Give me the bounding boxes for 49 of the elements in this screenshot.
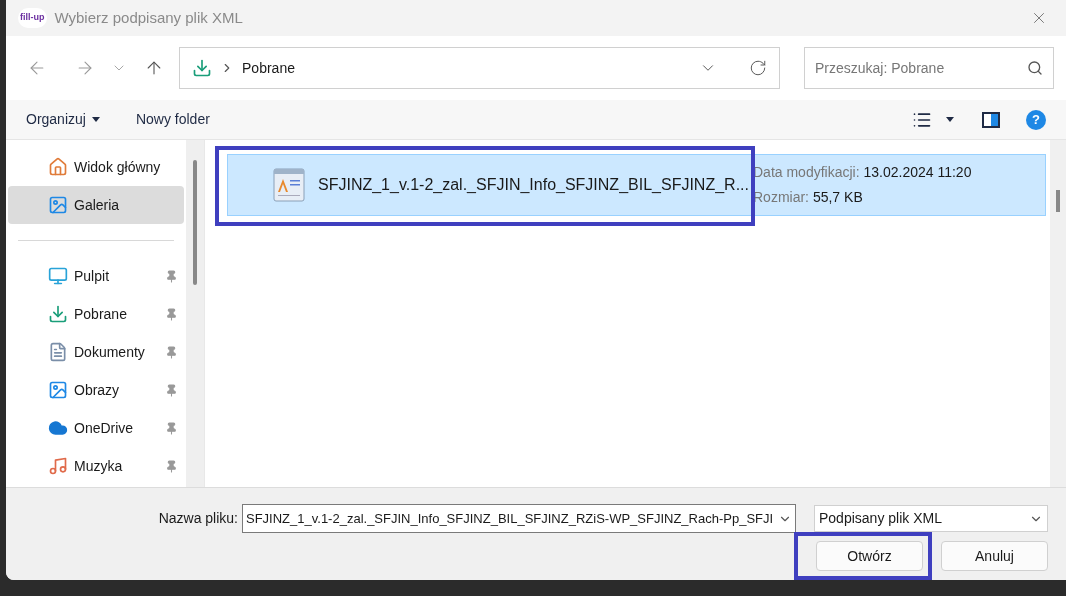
dropdown-arrow-icon[interactable]	[946, 117, 954, 122]
download-icon	[192, 58, 213, 78]
cloud-icon	[48, 418, 68, 438]
sidebar-label: Widok główny	[74, 157, 162, 177]
sidebar-label: Pulpit	[74, 266, 111, 286]
filename-label: Nazwa pliku:	[158, 509, 238, 528]
search-icon	[1027, 60, 1043, 76]
sidebar-label: Muzyka	[74, 456, 124, 476]
sidebar-label: Obrazy	[74, 380, 121, 400]
window-title: Wybierz podpisany plik XML	[54, 7, 244, 28]
document-icon	[48, 342, 68, 362]
home-icon	[48, 157, 68, 177]
document-icon	[272, 167, 306, 203]
search-input[interactable]: Przeszukaj: Pobrane	[815, 57, 1027, 79]
sidebar-item[interactable]: OneDrive	[8, 409, 184, 447]
download-icon	[48, 304, 68, 324]
address-bar[interactable]: Pobrane	[179, 47, 780, 89]
organize-button[interactable]: Organizuj	[26, 109, 100, 130]
filename-field[interactable]: SFJINZ_1_v.1-2_zal._SFJIN_Info_SFJINZ_BIL_SFJINZ_RZiS-WP_SFJINZ_Rach-Pp_SFJI	[242, 504, 796, 533]
sidebar-item[interactable]: Widok główny	[8, 148, 184, 186]
sidebar-item[interactable]: Galeria	[8, 186, 184, 224]
address-segment[interactable]: Pobrane	[242, 57, 691, 79]
preview-pane-icon[interactable]	[982, 111, 1000, 128]
sidebar-label: Dokumenty	[74, 342, 146, 362]
app-logo: fill-up	[18, 8, 47, 28]
sidebar-item[interactable]: Dokumenty	[8, 333, 184, 371]
sidebar-label: OneDrive	[74, 418, 135, 438]
new-folder-button[interactable]: Nowy folder	[135, 109, 210, 130]
sidebar-item[interactable]: Pobrane	[8, 295, 184, 333]
sidebar-item[interactable]: Obrazy	[8, 371, 184, 409]
scrollbar-thumb[interactable]	[1056, 190, 1060, 212]
sidebar-label: Pobrane	[74, 304, 128, 324]
music-icon	[48, 456, 68, 476]
desktop-icon	[48, 266, 68, 286]
search-field[interactable]: Przeszukaj: Pobrane	[804, 47, 1054, 89]
file-type-dropdown[interactable]: Podpisany plik XML	[814, 505, 1048, 532]
picture-icon	[48, 380, 68, 400]
open-button[interactable]: Otwórz	[816, 541, 923, 571]
refresh-icon[interactable]	[749, 59, 767, 77]
sidebar-item[interactable]: Pulpit	[8, 257, 184, 295]
sidebar-item[interactable]: Muzyka	[8, 447, 184, 485]
sidebar-label: Galeria	[74, 195, 121, 215]
scrollbar-thumb[interactable]	[193, 160, 197, 285]
filename-value: SFJINZ_1_v.1-2_zal._SFJIN_Info_SFJINZ_BIL_SFJINZ_RZiS-WP_SFJINZ_Rach-Pp_SFJI	[246, 509, 775, 528]
gallery-icon	[48, 195, 68, 215]
file-type-value: Podpisany plik XML	[819, 509, 943, 528]
file-name: SFJINZ_1_v.1-2_zal._SFJIN_Info_SFJINZ_BIL_SFJINZ_R...	[318, 175, 749, 195]
help-button[interactable]: ?	[1026, 109, 1046, 130]
cancel-button[interactable]: Anuluj	[941, 541, 1048, 571]
